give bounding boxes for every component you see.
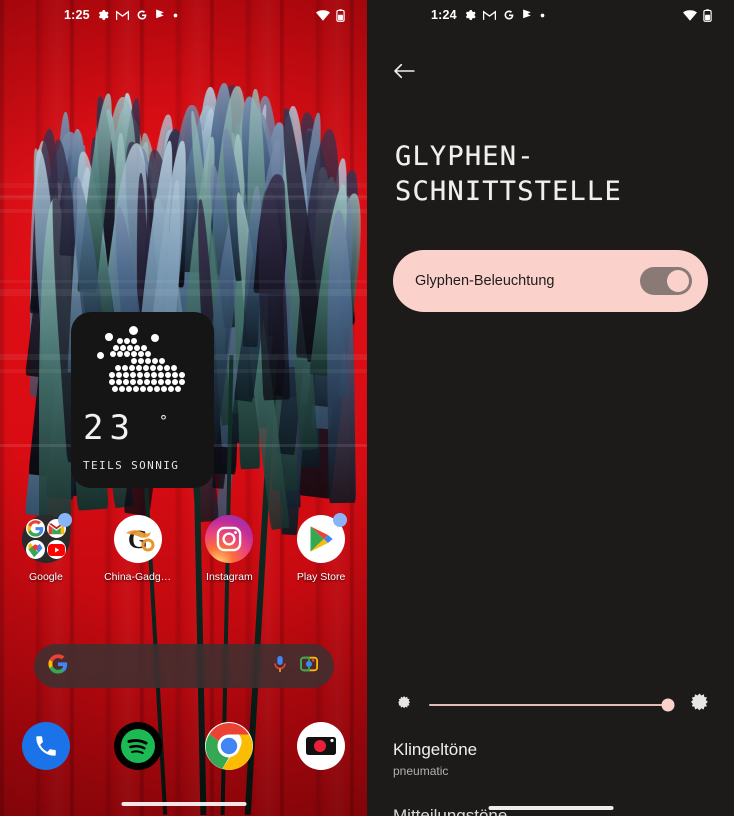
battery-icon [703, 8, 712, 22]
status-bar-right [316, 8, 345, 22]
app-label: Google [28, 571, 63, 583]
dot-icon [540, 13, 545, 18]
search-bar[interactable] [34, 644, 334, 688]
app-label: Instagram [206, 571, 253, 583]
weather-widget[interactable]: 23 ° TEILS SONNIG [71, 312, 214, 488]
wifi-icon [316, 9, 330, 21]
dot-icon [173, 13, 178, 18]
brightness-slider-track[interactable] [429, 698, 675, 712]
phone-icon[interactable] [21, 722, 70, 770]
ringtones-subtitle: pneumatic [393, 764, 449, 778]
glyph-lighting-toggle-row[interactable]: Glyphen-Beleuchtung [393, 250, 708, 312]
camera-icon[interactable] [297, 722, 346, 770]
google-lens-icon[interactable] [300, 655, 318, 678]
wifi-icon [683, 9, 697, 21]
app-item-instagram[interactable]: Instagram [191, 515, 267, 583]
brightness-high-icon[interactable] [686, 692, 708, 719]
notification-badge [57, 513, 72, 527]
ringtones-title: Klingeltöne [393, 740, 478, 759]
gmail-icon [115, 9, 129, 21]
ringtones-section[interactable]: Klingeltöne pneumatic [393, 740, 708, 778]
flag-icon [522, 9, 533, 21]
google-g-icon [48, 653, 68, 679]
notification-badge [333, 513, 348, 527]
glyph-lighting-switch[interactable] [640, 267, 692, 295]
page-title-line-1: GLYPHEN- [395, 141, 535, 172]
dock [0, 722, 367, 770]
battery-icon [336, 8, 345, 22]
gear-icon [97, 9, 109, 21]
google-icon [136, 9, 148, 21]
page-title: GLYPHEN- SCHNITTSTELLE [395, 140, 715, 209]
status-time: 1:25 [64, 8, 90, 22]
google-g-icon [25, 519, 45, 538]
partly-cloudy-dot-matrix-icon [71, 320, 214, 415]
app-label: China-Gadg… [104, 571, 172, 583]
status-bar-left: 1:25 [64, 8, 178, 22]
navigation-handle[interactable] [121, 802, 246, 806]
chrome-icon[interactable] [205, 722, 254, 770]
brightness-slider-row[interactable] [393, 688, 708, 722]
gmail-icon [482, 9, 496, 21]
home-screen: 1:25 23 ° TEILS SONNIG Google G China-Ga… [0, 0, 367, 816]
brightness-slider-knob[interactable] [661, 698, 675, 712]
status-bar-right [683, 8, 712, 22]
back-button[interactable] [389, 56, 419, 86]
status-bar-left: 1:24 [431, 8, 545, 22]
weather-temperature: 23 [83, 408, 136, 448]
weather-degree-symbol: ° [159, 412, 169, 430]
status-bar: 1:25 [0, 0, 367, 30]
app-item-google[interactable]: Google [8, 513, 84, 583]
app-item-china-gadgets[interactable]: G China-Gadg… [100, 515, 176, 583]
glyph-lighting-label: Glyphen-Beleuchtung [415, 273, 555, 289]
play-store-icon[interactable] [297, 513, 348, 563]
spotify-icon[interactable] [113, 722, 162, 770]
status-time: 1:24 [431, 8, 457, 22]
gear-icon [464, 9, 476, 21]
brightness-low-icon[interactable] [393, 694, 411, 717]
instagram-icon[interactable] [205, 515, 254, 563]
page-title-line-2: SCHNITTSTELLE [395, 175, 622, 207]
glyph-settings-screen: 1:24 GLYPHEN- SCHNITTSTELLE Glyphen-Bele… [367, 0, 734, 816]
switch-knob [667, 270, 689, 292]
google-icon [503, 9, 515, 21]
weather-condition: TEILS SONNIG [83, 459, 180, 472]
app-item-play-store[interactable]: Play Store [283, 513, 359, 583]
status-bar: 1:24 [367, 0, 734, 30]
google-maps-icon [25, 540, 45, 559]
google-folder-icon[interactable] [21, 513, 72, 563]
dual-phone-screenshot: 1:25 23 ° TEILS SONNIG Google G China-Ga… [0, 0, 734, 816]
app-grid: Google G China-Gadg… Instagram Play Stor… [0, 513, 367, 583]
app-label: Play Store [296, 571, 346, 583]
microphone-icon[interactable] [272, 655, 288, 678]
navigation-handle[interactable] [488, 806, 613, 810]
youtube-icon [46, 540, 66, 559]
china-gadgets-icon[interactable]: G [113, 515, 162, 563]
flag-icon [155, 9, 166, 21]
